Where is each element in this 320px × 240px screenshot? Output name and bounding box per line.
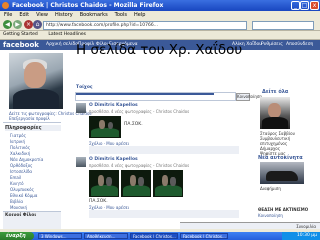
- menu-bar: File Edit View History Bookmarks Tools Help: [0, 11, 320, 19]
- firefox-icon: [2, 2, 9, 9]
- tab-wall[interactable]: Τοίχος: [76, 85, 93, 90]
- menu-edit[interactable]: Edit: [19, 12, 29, 18]
- post-author-name[interactable]: Ο Dimitris Kapellos: [89, 157, 138, 162]
- comment-box[interactable]: [89, 146, 239, 154]
- ad2-text: Διαφήμιση: [260, 186, 281, 191]
- nav-settings[interactable]: Ρυθμίσεις: [261, 42, 283, 47]
- post-photo[interactable]: [121, 170, 151, 197]
- bookmark-latest-headlines[interactable]: Latest Headlines: [48, 32, 86, 37]
- start-button[interactable]: έναρξη: [0, 232, 34, 240]
- minimize-button[interactable]: _: [291, 1, 300, 10]
- maximize-button[interactable]: □: [300, 1, 309, 10]
- home-icon[interactable]: ⌂: [33, 20, 42, 29]
- edit-profile-link[interactable]: Επεξεργασία προφίλ: [9, 116, 50, 121]
- post-author-name[interactable]: Ο Dimitris Kapellos: [89, 103, 138, 108]
- post-author-avatar[interactable]: [76, 103, 86, 113]
- close-button[interactable]: x: [310, 1, 319, 10]
- ad2-image[interactable]: [260, 162, 304, 184]
- facebook-logo[interactable]: facebook: [3, 41, 39, 49]
- system-tray-clock[interactable]: 10:30 μμ: [282, 232, 320, 240]
- menu-bookmarks[interactable]: Bookmarks: [80, 12, 108, 18]
- info-item[interactable]: Νέα Δημοκρατία: [10, 157, 43, 162]
- post-photo[interactable]: [89, 170, 119, 197]
- taskbar-item[interactable]: Facebook | Christos...: [180, 233, 228, 239]
- nav-home[interactable]: Αρχική σελίδα: [46, 42, 78, 47]
- info-item[interactable]: Μουσική: [10, 205, 27, 210]
- ad-heading[interactable]: Δείτε όλα: [262, 89, 288, 95]
- profile-picture[interactable]: [9, 53, 63, 109]
- taskbar-item[interactable]: 3 Windows...: [38, 233, 82, 239]
- menu-history[interactable]: History: [55, 12, 73, 18]
- friends-heading: Κοινοί Φίλοι: [5, 213, 37, 218]
- status-composer[interactable]: [75, 92, 236, 101]
- back-arrow-icon[interactable]: ◀: [3, 20, 12, 29]
- share-link[interactable]: Κοινοποίηση: [258, 213, 283, 218]
- info-item[interactable]: Γιατρός: [10, 133, 26, 138]
- menu-file[interactable]: File: [4, 12, 12, 18]
- info-item[interactable]: Χαλκιδική: [10, 151, 30, 156]
- info-item[interactable]: Βιβλία: [10, 199, 23, 204]
- share-button[interactable]: Κοινοποίηση: [236, 93, 262, 101]
- info-item[interactable]: Email: [10, 175, 21, 180]
- post-photo[interactable]: [89, 116, 121, 138]
- window-titlebar: Facebook | Christos Chaidos - Mozilla Fi…: [0, 0, 320, 11]
- info-item[interactable]: Ολυμπιακός: [10, 187, 34, 192]
- menu-help[interactable]: Help: [134, 12, 145, 18]
- photo-caption: ΠΑ.ΣΟΚ.: [89, 199, 108, 204]
- comment-box[interactable]: [89, 210, 239, 218]
- navigation-toolbar: ◀ ▶ × ⌂ http://www.facebook.com/profile.…: [0, 19, 320, 31]
- ad2-heading[interactable]: Νέα αυτοκίνητα: [258, 155, 303, 161]
- photo-caption: ΠΑ.ΣΟΚ.: [124, 122, 143, 127]
- post-author-avatar[interactable]: [76, 157, 86, 167]
- info-item[interactable]: Ιατρική: [10, 139, 25, 144]
- info-item[interactable]: Κινητό: [10, 181, 24, 186]
- menu-tools[interactable]: Tools: [115, 12, 127, 18]
- taskbar-item[interactable]: Αποθήκευση…: [84, 233, 128, 239]
- page-title: Η σελίδα του Χρ. Χαΐδου: [76, 42, 243, 58]
- search-input[interactable]: [252, 21, 314, 30]
- taskbar-item[interactable]: Facebook | Christos...: [130, 233, 178, 239]
- ad-image[interactable]: [260, 97, 290, 129]
- bookmarks-toolbar: Getting Started Latest Headlines: [0, 31, 320, 40]
- bookmark-getting-started[interactable]: Getting Started: [3, 32, 38, 37]
- info-box: Πληροφορίες Γιατρός Ιατρική Πολιτικός Χα…: [3, 122, 61, 213]
- menu-view[interactable]: View: [36, 12, 48, 18]
- info-heading: Πληροφορίες: [5, 125, 61, 131]
- post-photo[interactable]: [153, 170, 183, 197]
- stop-icon[interactable]: ×: [24, 20, 33, 29]
- mutual-friends-box: Κοινοί Φίλοι: [3, 211, 61, 230]
- window-title: Facebook | Christos Chaidos - Mozilla Fi…: [12, 2, 164, 9]
- taskbar: έναρξη 3 Windows... Αποθήκευση… Facebook…: [0, 232, 320, 240]
- forward-arrow-icon[interactable]: ▶: [13, 20, 22, 29]
- info-item[interactable]: Πολιτικός: [10, 145, 30, 150]
- nav-logout[interactable]: Αποσύνδεση: [286, 42, 313, 47]
- page-menu-link[interactable]: ΘΕΑΣΗ ΜΕ ΑΚΤΙΝΙΣΜΟ: [258, 207, 308, 212]
- post-subtitle: προσθέσει 4 νέες φωτογραφίες - Christos …: [89, 109, 190, 114]
- info-item[interactable]: Εθνικό Κόμμα: [10, 193, 37, 198]
- info-item[interactable]: Ιστοσελίδα: [10, 169, 32, 174]
- address-bar[interactable]: http://www.facebook.com/profile.php?id=1…: [43, 21, 247, 30]
- post-subtitle: προσθέσει 4 νέες φωτογραφίες - Christos …: [89, 163, 190, 168]
- info-item[interactable]: Ορθόδοξος: [10, 163, 33, 168]
